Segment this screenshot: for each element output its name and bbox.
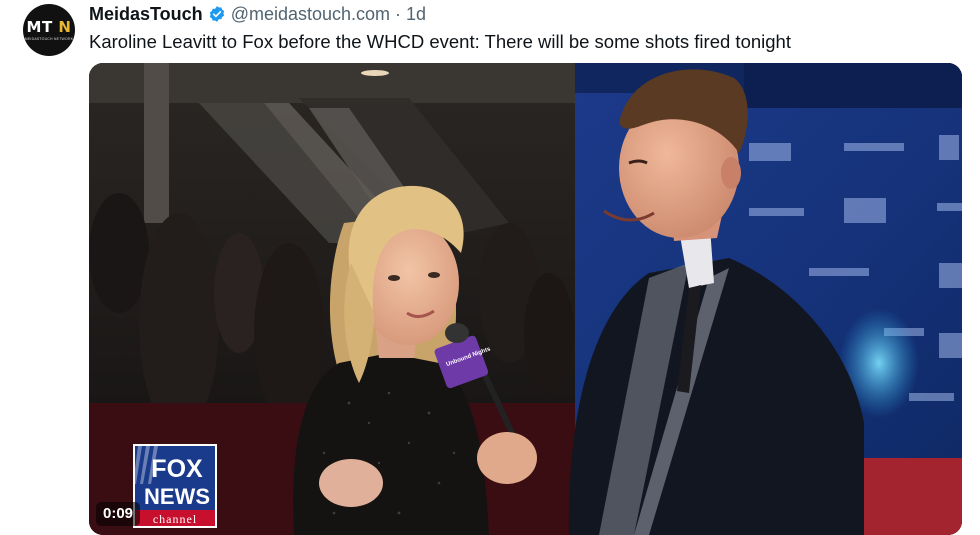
avatar[interactable]: MT N MEIDASTOUCH NETWORK [23, 4, 75, 56]
fox-news-logo: FOX NEWS channel [133, 444, 217, 528]
post-time[interactable]: 1d [406, 4, 426, 25]
verified-badge-icon [208, 5, 226, 23]
video-player[interactable]: Unbound Nights FOX NEWS channel 0:09 [89, 63, 962, 535]
fox-logo-line2: NEWS [144, 484, 210, 509]
separator-dot: · [395, 3, 402, 24]
display-name[interactable]: MeidasTouch [89, 4, 203, 25]
video-frame: Unbound Nights [89, 63, 962, 535]
post-header: MeidasTouch @meidastouch.com · 1d [89, 2, 426, 26]
avatar-subtitle: MEIDASTOUCH NETWORK [24, 36, 74, 41]
fox-logo-line1: FOX [151, 455, 203, 483]
post-text: Karoline Leavitt to Fox before the WHCD … [89, 31, 791, 52]
fox-logo-line3: channel [153, 512, 197, 526]
account-handle[interactable]: @meidastouch.com [231, 4, 390, 25]
avatar-logo-accent-letter: N [58, 17, 72, 36]
avatar-logo-text: MT [26, 17, 53, 36]
video-timestamp: 0:09 [96, 502, 141, 526]
avatar-logo: MT N [26, 17, 72, 36]
